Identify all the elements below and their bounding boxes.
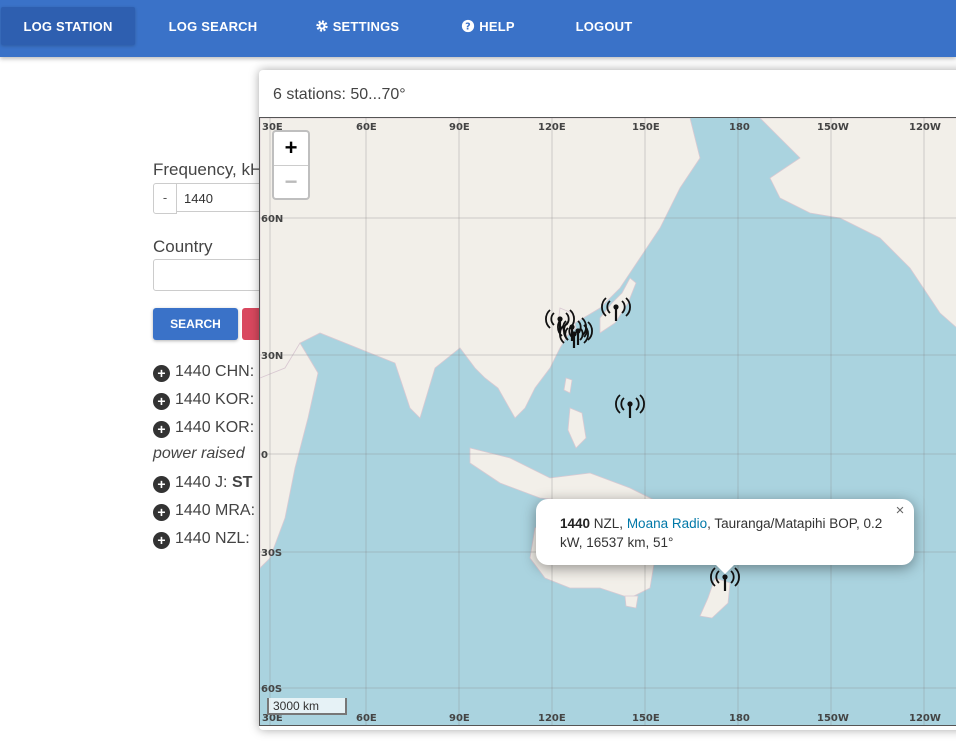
result-row[interactable]: +1440 J: ST — [153, 473, 252, 493]
result-text: 1440 MRA: — [175, 502, 256, 519]
lon-label-bottom: 180 — [729, 713, 750, 724]
lat-label: 30S — [261, 548, 282, 559]
gear-icon — [316, 20, 328, 32]
result-text: 1440 NZL: — [175, 530, 250, 547]
lat-label: 60S — [261, 684, 282, 695]
result-row[interactable]: +1440 CHN: — [153, 362, 254, 382]
map-canvas[interactable]: 30E 60E 90E 120E 150E 180 150W 120W 30E … — [260, 118, 956, 725]
lon-label-top: 90E — [449, 122, 470, 133]
lon-label-top: 120W — [909, 122, 941, 133]
result-row[interactable]: +1440 KOR: — [153, 390, 254, 410]
lon-label-top: 180 — [729, 122, 750, 133]
popup-close-button[interactable]: × — [892, 503, 908, 519]
lon-label-bottom: 150W — [817, 713, 849, 724]
plus-circle-icon[interactable]: + — [153, 476, 170, 493]
lon-label-top: 150E — [632, 122, 660, 133]
result-text: 1440 CHN: — [175, 363, 255, 380]
popup-tip — [713, 562, 737, 574]
lon-label-bottom: 60E — [356, 713, 377, 724]
zoom-in-button[interactable]: + — [274, 132, 308, 164]
map-modal: 6 stations: 50...70° 30E 60E 90E 120E 15… — [259, 70, 956, 730]
lon-label-bottom: 120W — [909, 713, 941, 724]
plus-circle-icon[interactable]: + — [153, 421, 170, 438]
nav-log-station[interactable]: LOG STATION — [1, 7, 135, 45]
nav-logout[interactable]: LOGOUT — [566, 7, 642, 45]
nav-label: HELP — [479, 19, 515, 34]
zoom-control: + − — [272, 130, 310, 200]
lon-label-bottom: 90E — [449, 713, 470, 724]
popup-text: 1440 NZL, Moana Radio, Tauranga/Matapihi… — [560, 514, 890, 552]
help-icon: ? — [462, 19, 475, 33]
result-text: 1440 KOR: — [175, 419, 255, 436]
result-text: 1440 J: — [175, 474, 232, 491]
nav-settings[interactable]: SETTINGS — [306, 7, 408, 45]
popup-station-link[interactable]: Moana Radio — [627, 516, 707, 531]
result-text: 1440 KOR: — [175, 391, 255, 408]
plus-circle-icon[interactable]: + — [153, 504, 170, 521]
result-row[interactable]: +1440 NZL: — [153, 529, 250, 549]
lon-label-top: 60E — [356, 122, 377, 133]
lon-label-bottom: 120E — [538, 713, 566, 724]
nav-label: LOGOUT — [575, 19, 633, 34]
popup-frequency: 1440 — [560, 516, 591, 531]
map-scale-bar: 3000 km — [267, 698, 347, 715]
nav-log-search[interactable]: LOG SEARCH — [158, 7, 268, 45]
nav-help[interactable]: ? HELP — [448, 7, 528, 45]
plus-circle-icon[interactable]: + — [153, 393, 170, 410]
frequency-label: Frequency, kH — [153, 160, 263, 179]
lon-label-top: 150W — [817, 122, 849, 133]
bottom-longitude-labels: 30E 60E 90E 120E 150E 180 150W 120W — [262, 713, 941, 724]
plus-circle-icon[interactable]: + — [153, 532, 170, 549]
popup-country: NZL, — [590, 516, 627, 531]
zoom-out-button[interactable]: − — [274, 165, 308, 198]
search-button[interactable]: SEARCH — [153, 308, 238, 340]
world-map[interactable]: 30E 60E 90E 120E 150E 180 150W 120W 30E … — [259, 117, 956, 726]
lat-label: 30N — [261, 351, 283, 362]
result-station-bold: ST — [231, 474, 253, 491]
radio-tower-icon[interactable] — [615, 394, 645, 418]
svg-text:?: ? — [465, 22, 471, 33]
lon-label-top: 120E — [538, 122, 566, 133]
lat-label: 60N — [261, 214, 283, 225]
country-label: Country — [153, 237, 213, 256]
nav-label: SETTINGS — [332, 19, 400, 34]
modal-title: 6 stations: 50...70° — [273, 86, 406, 103]
nav-label: LOG SEARCH — [168, 19, 258, 34]
result-note: power raised — [153, 445, 245, 462]
top-navbar: LOG STATION LOG SEARCH SETTINGS ? HELP LO… — [0, 0, 956, 57]
result-row[interactable]: +1440 MRA: — [153, 501, 255, 521]
frequency-minus-button[interactable]: - — [153, 183, 177, 214]
nav-label: LOG STATION — [23, 19, 113, 34]
lat-label: 0 — [261, 450, 268, 461]
plus-circle-icon[interactable]: + — [153, 365, 170, 382]
result-row[interactable]: +1440 KOR: — [153, 418, 254, 438]
lon-label-bottom: 150E — [632, 713, 660, 724]
station-popup: 1440 NZL, Moana Radio, Tauranga/Matapihi… — [536, 499, 914, 574]
